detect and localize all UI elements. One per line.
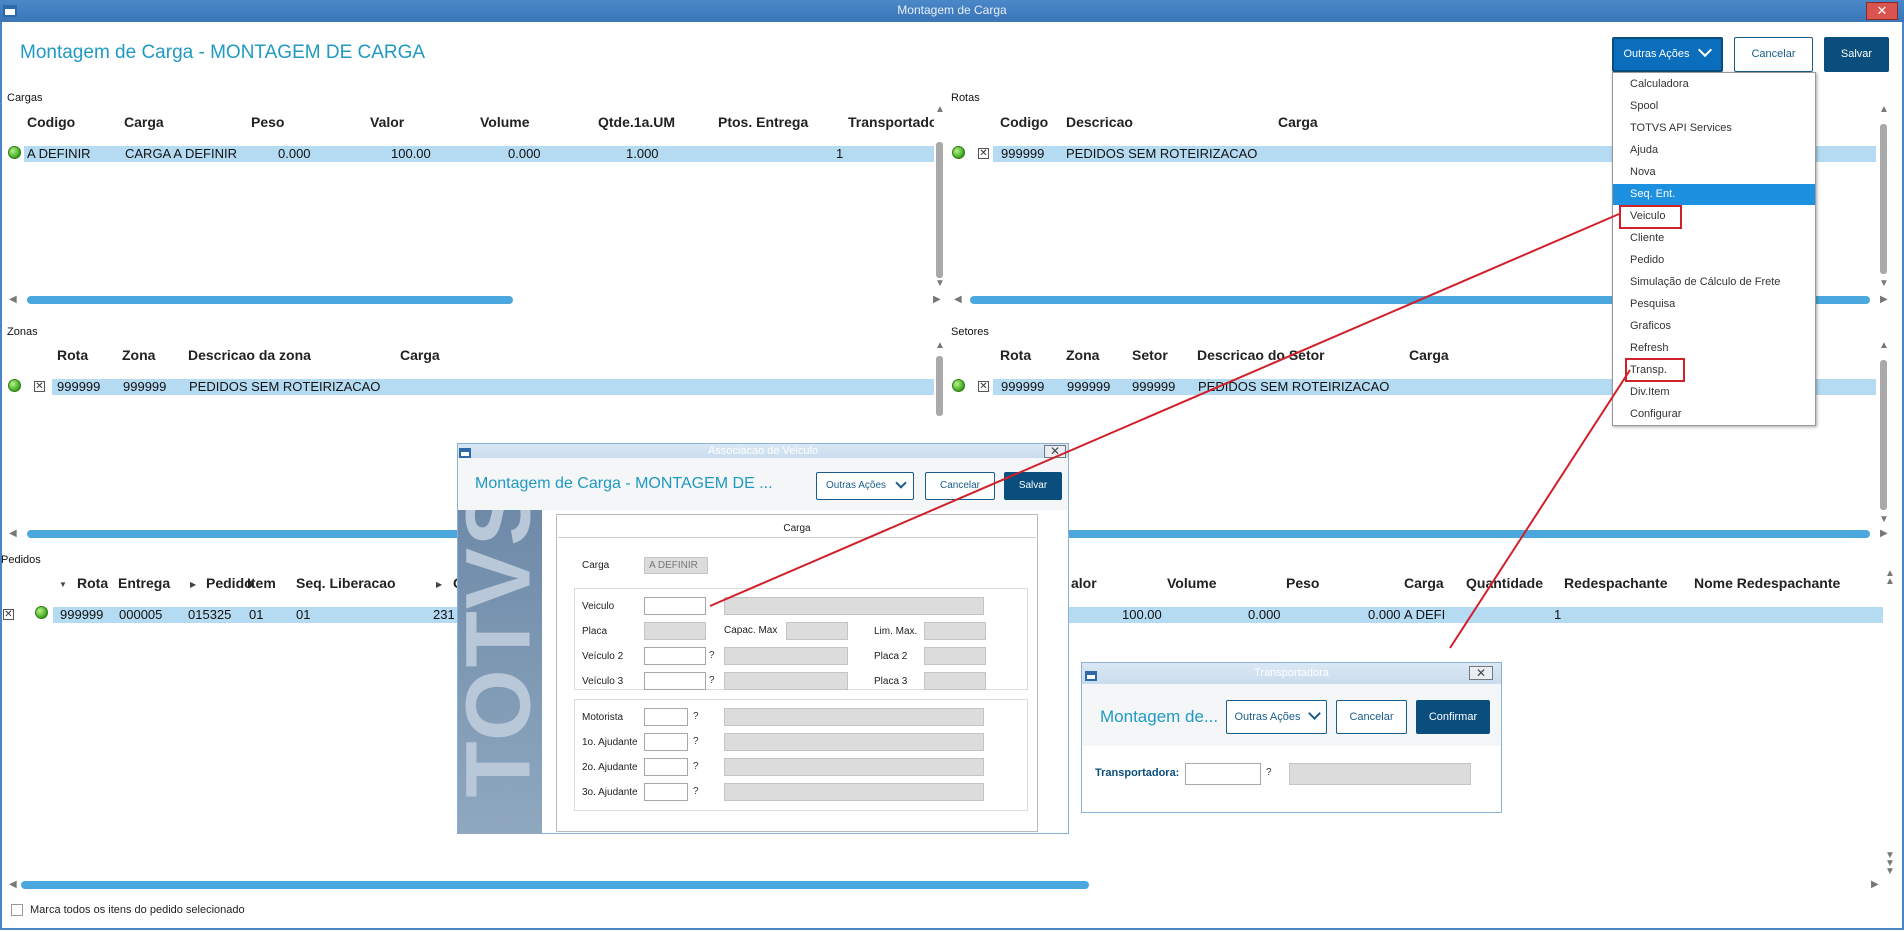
annotation-line-veiculo bbox=[709, 213, 1620, 607]
annotation-lines bbox=[709, 213, 1631, 649]
annotation-line-transp bbox=[1449, 369, 1631, 649]
